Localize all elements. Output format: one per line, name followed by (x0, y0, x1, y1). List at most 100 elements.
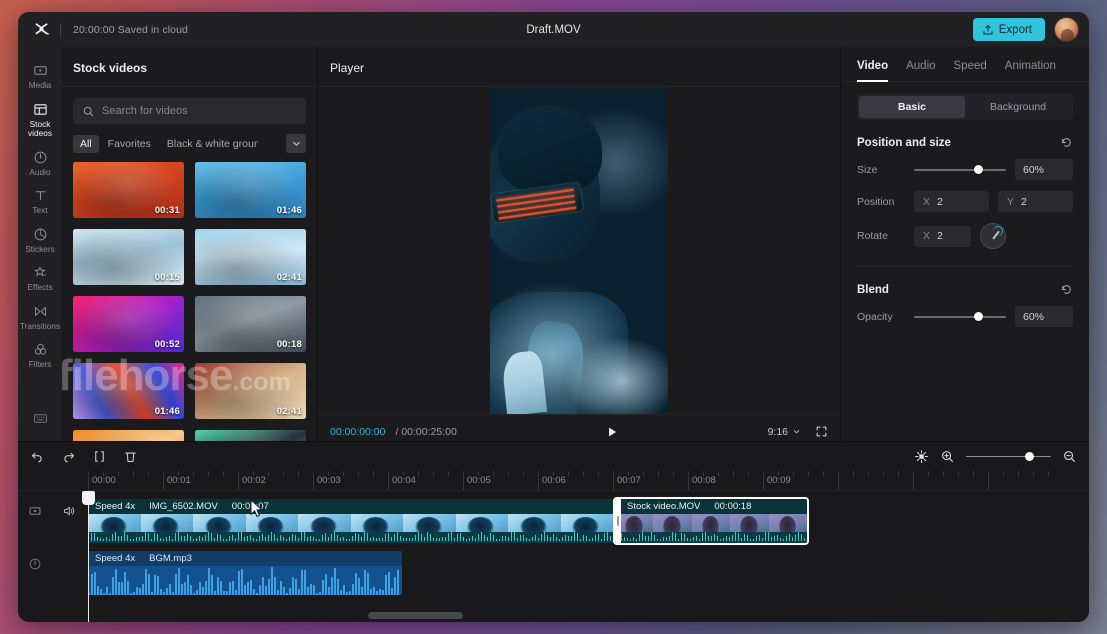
waveform-bar (154, 533, 155, 541)
chip-black-and-white-grounds[interactable]: Black & white grounds (160, 135, 258, 153)
ruler-major-tick (463, 471, 464, 491)
waveform-bar (364, 532, 365, 541)
waveform-bar (199, 582, 201, 595)
tab-speed[interactable]: Speed (954, 60, 987, 81)
timeline-zoom-slider[interactable] (966, 451, 1051, 463)
waveform-bar (97, 537, 98, 541)
chevron-down-icon[interactable] (286, 134, 306, 153)
fit-to-screen-icon[interactable] (914, 449, 929, 464)
aspect-ratio-select[interactable]: 9:16 (768, 426, 801, 438)
keyboard-shortcuts-icon[interactable] (33, 411, 48, 431)
stock-thumbnail[interactable]: 02:41 (195, 229, 306, 285)
video-track-icon[interactable] (28, 504, 42, 523)
stock-thumbnail[interactable]: 00:52 (73, 296, 184, 352)
search-input[interactable] (102, 105, 297, 117)
zoom-in-icon[interactable] (940, 449, 955, 464)
segment-basic[interactable]: Basic (859, 96, 965, 118)
opacity-slider[interactable] (914, 311, 1006, 323)
tab-video[interactable]: Video (857, 60, 888, 81)
stock-thumbnail[interactable]: 01:46 (195, 162, 306, 218)
reset-icon[interactable] (1060, 283, 1073, 296)
export-button[interactable]: Export (973, 18, 1045, 41)
waveform-bar (115, 569, 117, 595)
waveform-bar (508, 537, 509, 541)
ruler-major-tick (913, 471, 914, 491)
stock-thumbnail[interactable]: 02:41 (195, 363, 306, 419)
rotate-dial-icon[interactable] (980, 223, 1006, 249)
size-label: Size (857, 164, 905, 176)
slider-knob[interactable] (974, 312, 983, 321)
sidebar-item-text[interactable]: Text (18, 182, 62, 221)
speaker-icon[interactable] (62, 504, 76, 523)
timeline-clips-area[interactable]: Speed 4x IMG_6502.MOV 00:00:07 Stock vid… (88, 491, 1089, 622)
stock-thumbnail[interactable]: 00:15 (73, 229, 184, 285)
waveform-bar (385, 575, 387, 595)
position-y-field[interactable]: Y 2 (998, 191, 1073, 212)
playhead-handle[interactable] (82, 491, 95, 505)
stock-thumbnail[interactable]: 01:46 (73, 430, 184, 441)
timeline-clip-audio[interactable]: Speed 4x BGM.mp3 (88, 551, 402, 595)
sidebar-item-media[interactable]: Media (18, 57, 62, 96)
timeline-clip-stock-video[interactable]: Stock video.MOV 00:00:18 (615, 499, 807, 543)
waveform-bar (310, 584, 312, 595)
search-box[interactable] (73, 98, 306, 124)
waveform-bar (675, 533, 676, 541)
ruler-minor-tick (823, 471, 824, 476)
chip-all[interactable]: All (73, 135, 99, 153)
stock-thumbnail[interactable]: 00:31 (73, 162, 184, 218)
clip-duration: 00:00:18 (714, 501, 751, 512)
waveform-bar (274, 577, 276, 596)
redo-icon[interactable] (61, 449, 76, 464)
play-icon[interactable] (605, 425, 619, 439)
position-x-field[interactable]: X 2 (914, 191, 989, 212)
ruler-major-tick (838, 471, 839, 491)
waveform-bar (214, 591, 216, 595)
size-value-field[interactable]: 60% (1015, 159, 1073, 180)
waveform-bar (598, 534, 599, 541)
player-stage[interactable] (318, 87, 840, 414)
waveform-bar (292, 534, 293, 541)
sidebar-item-filters[interactable]: Filters (18, 336, 62, 375)
timeline-hscrollbar[interactable] (18, 612, 1089, 619)
undo-icon[interactable] (30, 449, 45, 464)
timeline-clip-video-1[interactable]: Speed 4x IMG_6502.MOV 00:00:07 (88, 499, 613, 543)
waveform-bar (307, 587, 309, 595)
waveform-bar (568, 536, 569, 541)
capcut-logo-icon[interactable] (28, 21, 54, 38)
sidebar-item-stickers[interactable]: Stickers (18, 221, 62, 260)
user-avatar[interactable] (1054, 17, 1079, 42)
slider-knob[interactable] (974, 165, 983, 174)
reset-icon[interactable] (1060, 136, 1073, 149)
tab-animation[interactable]: Animation (1005, 60, 1056, 81)
tab-audio[interactable]: Audio (906, 60, 935, 81)
waveform-bar (277, 538, 278, 541)
split-icon[interactable] (92, 449, 107, 464)
trim-handle-left[interactable] (615, 499, 621, 543)
zoom-out-icon[interactable] (1062, 449, 1077, 464)
delete-icon[interactable] (123, 449, 138, 464)
waveform-bar (466, 539, 467, 542)
fullscreen-icon[interactable] (815, 425, 828, 438)
stock-thumbnail[interactable]: 00:18 (195, 296, 306, 352)
scrollbar-thumb[interactable] (368, 612, 463, 619)
rotate-x-field[interactable]: X 2 (914, 226, 971, 247)
timeline-ruler[interactable]: 00:0000:0100:0200:0300:0400:0500:0600:07… (18, 471, 1089, 491)
waveform-bar (175, 533, 176, 541)
stock-thumbnail[interactable]: 01:46 (73, 363, 184, 419)
ruler-major-tick (163, 471, 164, 491)
stock-thumbnail[interactable]: 00:16 (195, 430, 306, 441)
sidebar-item-effects[interactable]: Effects (18, 259, 62, 298)
sidebar-item-stock-videos[interactable]: Stock videos (18, 96, 62, 144)
sidebar-item-audio[interactable]: Audio (18, 144, 62, 183)
sidebar-item-transitions[interactable]: Transitions (18, 298, 62, 337)
audio-track-icon[interactable] (28, 557, 42, 576)
timeline-playhead[interactable] (88, 491, 89, 622)
segment-background[interactable]: Background (965, 96, 1071, 118)
slider-knob[interactable] (1025, 452, 1034, 461)
opacity-value-field[interactable]: 60% (1015, 306, 1073, 327)
waveform-bar (394, 577, 396, 595)
size-slider[interactable] (914, 164, 1006, 176)
waveform-bar (244, 585, 246, 595)
waveform-bar (726, 536, 727, 542)
chip-favorites[interactable]: Favorites (101, 135, 158, 153)
